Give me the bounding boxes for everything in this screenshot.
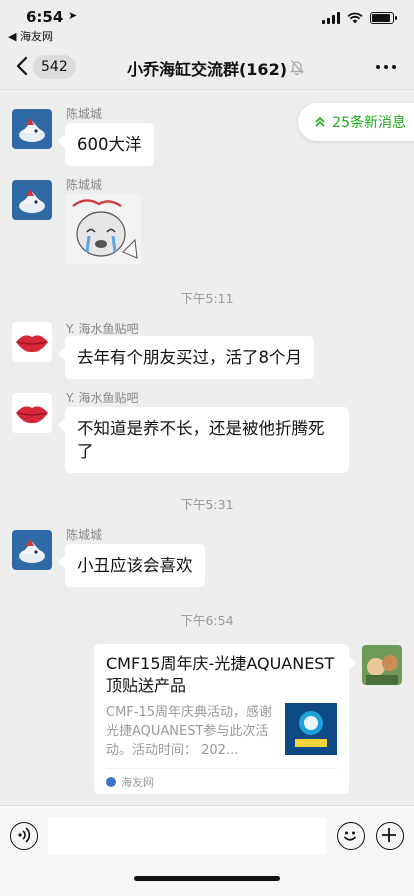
double-chevron-up-icon (315, 116, 325, 127)
link-card-thumbnail (285, 703, 337, 755)
link-card-description: CMF-15周年庆典活动，感谢光捷AQUANEST参与此次活动。活动时间： 20… (106, 705, 273, 758)
sender-name: Y. 海水鱼贴吧 (66, 391, 139, 405)
mute-bell-icon (290, 60, 304, 75)
chat-message-list[interactable]: 陈城城 600大洋 陈城城 下午5:11 Y. 海水鱼贴吧 去年有个朋友买过，活… (0, 91, 414, 805)
home-indicator (134, 876, 280, 881)
time-separator: 下午5:31 (180, 497, 234, 512)
message-bubble[interactable]: 不知道是养不长，还是被他折腾死了 (65, 407, 349, 473)
status-indicators (322, 12, 397, 24)
source-logo-icon (106, 776, 116, 787)
shark-avatar-icon (12, 530, 52, 570)
sender-name: 陈城城 (66, 107, 103, 121)
message-bubble[interactable]: 去年有个朋友买过，活了8个月 (65, 336, 314, 379)
emoji-icon[interactable] (337, 822, 365, 850)
self-avatar[interactable] (362, 645, 402, 685)
lips-avatar-icon (12, 393, 52, 433)
more-options-icon[interactable] (376, 65, 396, 69)
message-input[interactable] (48, 817, 326, 855)
sender-name: 陈城城 (66, 178, 103, 192)
avatar[interactable] (12, 109, 52, 149)
lips-avatar-icon (12, 322, 52, 362)
link-card[interactable]: CMF15周年庆-光捷AQUANEST顶贴送产品 CMF-15周年庆典活动，感谢… (94, 644, 349, 794)
message-bubble[interactable]: 小丑应该会喜欢 (65, 544, 205, 587)
new-messages-label: 25条新消息 (332, 115, 406, 131)
avatar[interactable] (12, 530, 52, 570)
sender-name: Y. 海水鱼贴吧 (66, 322, 139, 336)
wifi-icon (347, 12, 363, 24)
avatar[interactable] (12, 322, 52, 362)
sender-name: 陈城城 (66, 528, 103, 542)
chat-title: 小乔海缸交流群(162) (126, 60, 288, 79)
battery-level (372, 14, 390, 22)
shark-avatar-icon (12, 109, 52, 149)
sticker-image[interactable] (65, 194, 141, 264)
avatar[interactable] (12, 180, 52, 220)
add-more-icon[interactable] (376, 822, 404, 850)
battery-icon (370, 12, 397, 24)
new-messages-button[interactable]: 25条新消息 (298, 103, 414, 141)
location-arrow-icon: ➤ (68, 9, 78, 22)
link-card-source: 海友网 (106, 768, 337, 794)
chat-input-bar (0, 805, 414, 896)
voice-input-icon[interactable] (10, 822, 38, 850)
link-card-title: CMF15周年庆-光捷AQUANEST顶贴送产品 (106, 654, 335, 695)
time-separator: 下午6:54 (180, 613, 234, 628)
back-to-app-link[interactable]: ◀ 海友网 (8, 28, 53, 44)
photo-avatar-icon (362, 645, 402, 685)
message-bubble[interactable]: 600大洋 (65, 123, 154, 166)
status-bar: 6:54 ➤ ◀ 海友网 (0, 0, 414, 44)
avatar[interactable] (12, 393, 52, 433)
status-time: 6:54 (26, 8, 64, 26)
shark-avatar-icon (12, 180, 52, 220)
chat-nav-bar: 542 小乔海缸交流群(162) (0, 44, 414, 90)
cellular-signal-icon (322, 12, 340, 24)
link-card-source-name: 海友网 (121, 775, 154, 789)
time-separator: 下午5:11 (180, 291, 234, 306)
